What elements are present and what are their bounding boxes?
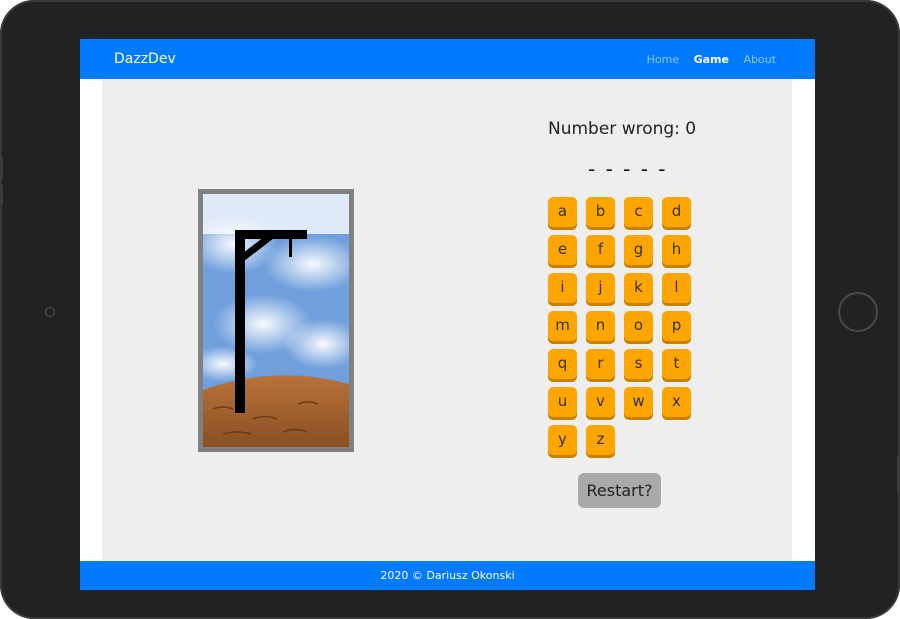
restart-button[interactable]: Restart? bbox=[578, 473, 661, 508]
letter-button-e[interactable]: e bbox=[548, 235, 577, 265]
letter-button-j[interactable]: j bbox=[586, 273, 615, 303]
letter-button-a[interactable]: a bbox=[548, 197, 577, 227]
screen: DazzDev Home Game About Number wrong: 0 … bbox=[80, 39, 815, 590]
wrong-count: Number wrong: 0 bbox=[548, 119, 697, 139]
nav-links: Home Game About bbox=[636, 53, 776, 66]
letter-button-x[interactable]: x bbox=[662, 387, 691, 417]
camera-icon bbox=[45, 307, 55, 317]
letter-button-s[interactable]: s bbox=[624, 349, 653, 379]
hangman-image bbox=[198, 189, 354, 452]
letter-button-c[interactable]: c bbox=[624, 197, 653, 227]
letter-button-m[interactable]: m bbox=[548, 311, 577, 341]
letter-button-o[interactable]: o bbox=[624, 311, 653, 341]
letter-button-i[interactable]: i bbox=[548, 273, 577, 303]
game-area: Number wrong: 0 - - - - - a b c d e f g … bbox=[102, 79, 792, 561]
navbar: DazzDev Home Game About bbox=[80, 39, 815, 79]
letter-button-w[interactable]: w bbox=[624, 387, 653, 417]
letter-button-v[interactable]: v bbox=[586, 387, 615, 417]
letter-button-h[interactable]: h bbox=[662, 235, 691, 265]
letter-button-k[interactable]: k bbox=[624, 273, 653, 303]
nav-about[interactable]: About bbox=[743, 53, 776, 66]
letter-button-z[interactable]: z bbox=[586, 425, 615, 455]
letter-button-t[interactable]: t bbox=[662, 349, 691, 379]
letter-button-y[interactable]: y bbox=[548, 425, 577, 455]
nav-home[interactable]: Home bbox=[647, 53, 679, 66]
word-mask: - - - - - bbox=[588, 157, 668, 181]
letter-button-g[interactable]: g bbox=[624, 235, 653, 265]
letter-button-d[interactable]: d bbox=[662, 197, 691, 227]
home-button-icon bbox=[838, 292, 878, 332]
side-button bbox=[0, 185, 3, 205]
letter-button-n[interactable]: n bbox=[586, 311, 615, 341]
letter-button-p[interactable]: p bbox=[662, 311, 691, 341]
brand-link[interactable]: DazzDev bbox=[114, 51, 176, 67]
letter-button-q[interactable]: q bbox=[548, 349, 577, 379]
letter-button-r[interactable]: r bbox=[586, 349, 615, 379]
side-button bbox=[0, 158, 3, 178]
footer: 2020 © Dariusz Okonski bbox=[80, 561, 815, 590]
nav-game[interactable]: Game bbox=[694, 53, 729, 66]
letter-button-f[interactable]: f bbox=[586, 235, 615, 265]
letter-button-b[interactable]: b bbox=[586, 197, 615, 227]
letter-button-u[interactable]: u bbox=[548, 387, 577, 417]
gallows-illustration bbox=[203, 194, 349, 447]
letter-button-l[interactable]: l bbox=[662, 273, 691, 303]
